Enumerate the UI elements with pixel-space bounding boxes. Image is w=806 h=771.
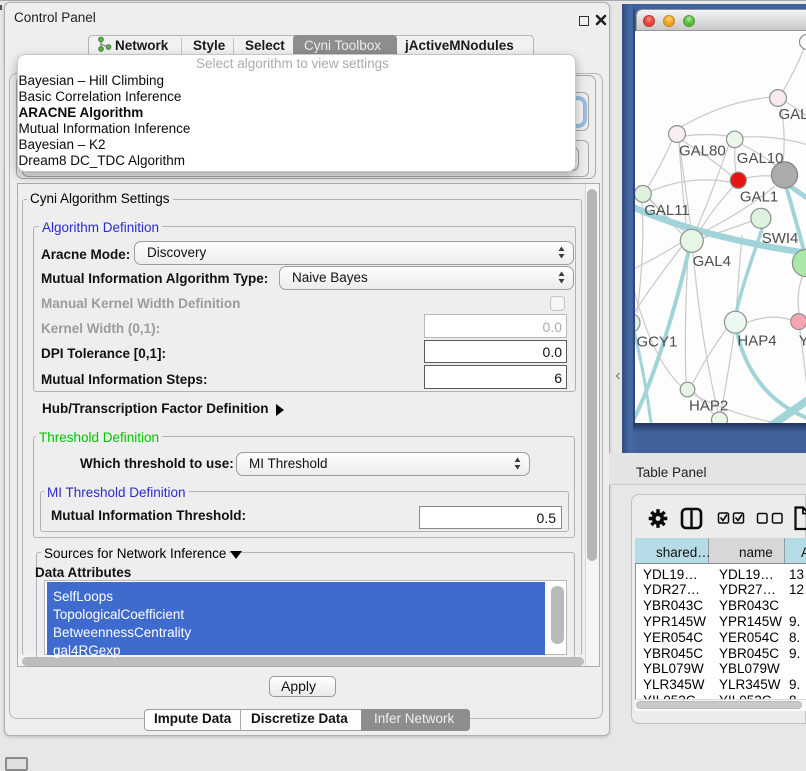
svg-text:GAL4: GAL4	[693, 253, 731, 270]
svg-text:GCY1: GCY1	[637, 334, 678, 351]
svg-text:HAP4: HAP4	[737, 333, 776, 350]
svg-text:GAL80: GAL80	[679, 143, 726, 160]
svg-text:YM: YM	[799, 333, 806, 350]
svg-text:GAL1: GAL1	[740, 189, 778, 206]
svg-text:GAL10: GAL10	[737, 150, 784, 167]
svg-text:SWI4: SWI4	[762, 230, 799, 247]
svg-text:HAP2: HAP2	[689, 398, 728, 415]
svg-text:GAL2: GAL2	[779, 106, 806, 123]
svg-text:GAL11: GAL11	[644, 202, 690, 219]
